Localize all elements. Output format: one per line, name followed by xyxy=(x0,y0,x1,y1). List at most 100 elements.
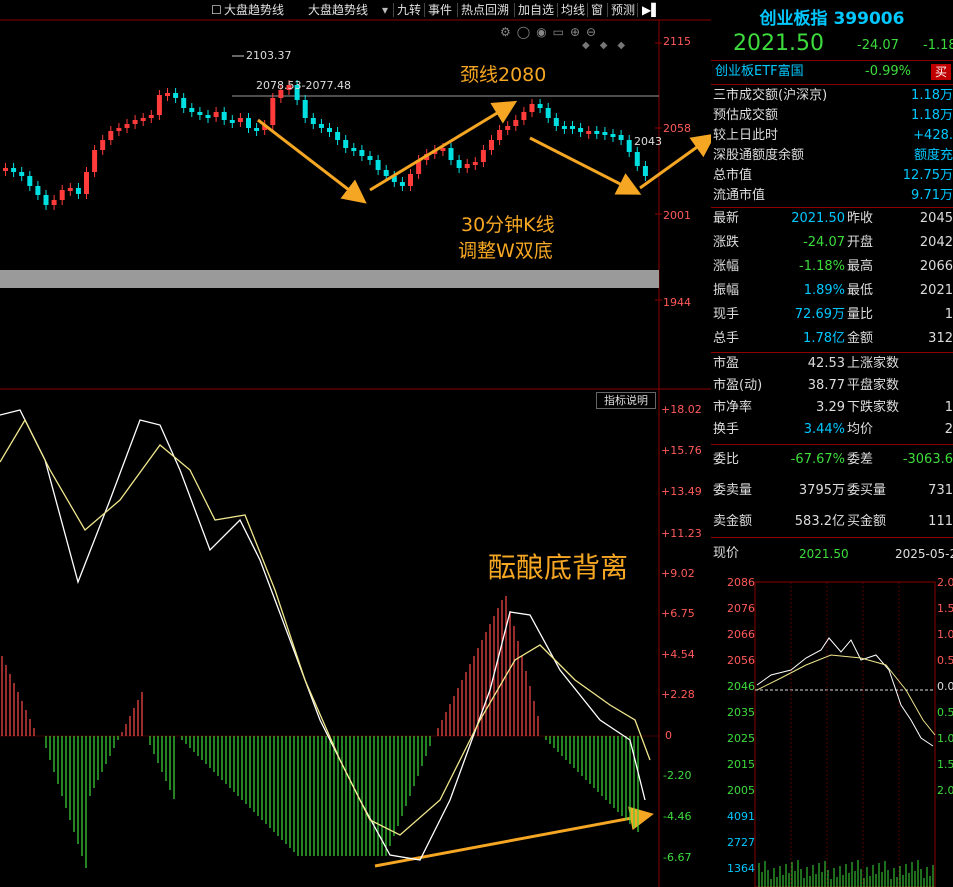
candle-body xyxy=(246,118,251,128)
stat-label: 预估成交额 xyxy=(713,108,779,123)
grid-label: 昨收 xyxy=(847,211,874,226)
indicator-explain-button[interactable]: 指标说明 xyxy=(596,392,656,409)
candle-body xyxy=(529,104,535,112)
candle-body xyxy=(165,93,170,96)
mini-chart-date: 2025-05-2 xyxy=(895,547,953,561)
candle-body xyxy=(205,115,211,118)
indicator-tick: 0 xyxy=(665,729,672,742)
price-change: -24.07 xyxy=(857,38,899,53)
candle-body xyxy=(270,98,276,125)
candle-body xyxy=(51,200,57,205)
indicator-tick: +11.23 xyxy=(661,527,702,540)
candle-body xyxy=(456,160,462,168)
grid-value: 42.53 xyxy=(807,356,845,371)
grid-value: 2045 xyxy=(919,211,953,226)
stat-value: 1.18万 xyxy=(911,88,953,103)
mini-left-tick: 1364 xyxy=(727,862,755,875)
candle-body xyxy=(132,120,138,124)
grid-label: 市盈(动) xyxy=(713,378,763,393)
candle-body xyxy=(156,95,162,115)
candle-body xyxy=(254,128,260,131)
grid-value: 1 xyxy=(944,307,953,322)
mini-left-tick: 2727 xyxy=(727,836,755,849)
candle-body xyxy=(586,131,592,134)
candle-body xyxy=(213,112,219,117)
grid-label: 最高 xyxy=(847,259,874,274)
grid-label: 平盘家数 xyxy=(847,378,900,393)
grid-value: 1.78亿 xyxy=(803,331,845,346)
candle-body xyxy=(75,188,81,194)
grid-label: 总手 xyxy=(713,331,740,346)
candle-body xyxy=(489,140,494,150)
candle-body xyxy=(602,132,608,135)
candle-body xyxy=(610,134,616,137)
last-price-tag: 2043 xyxy=(634,135,662,148)
kdj-lines xyxy=(0,409,651,861)
etf-link[interactable]: 创业板ETF富国 xyxy=(715,62,804,82)
mini-right-tick: 0.5 xyxy=(937,706,953,719)
candle-body xyxy=(626,140,632,152)
price-change-pct: -1.18 xyxy=(923,38,953,53)
grid-value: -67.67% xyxy=(790,452,845,467)
stat-label: 深股通额度余额 xyxy=(713,148,805,163)
candle-body xyxy=(43,195,49,205)
candle-body xyxy=(100,140,106,150)
candle-body xyxy=(343,140,349,148)
grid-label: 下跌家数 xyxy=(847,400,900,415)
candle-body xyxy=(237,118,243,122)
mini-left-tick: 2025 xyxy=(727,732,755,745)
candle-body xyxy=(197,112,203,115)
candle-body xyxy=(408,174,413,186)
grid-label: 涨幅 xyxy=(713,259,740,274)
trend-arrow xyxy=(374,806,654,868)
mini-left-tick: 2056 xyxy=(727,654,755,667)
grid-label: 振幅 xyxy=(713,283,740,298)
indicator-tick: -6.67 xyxy=(663,851,692,864)
high-marker: 2103.37 xyxy=(246,49,292,62)
neckline-annotation: 颈线2080 xyxy=(460,64,547,86)
kline-candles xyxy=(3,80,648,210)
chart-control-dots: ◆◆◆ xyxy=(582,40,636,51)
candle-body xyxy=(448,148,454,160)
chart-controls[interactable]: ⚙◯◉▭⊕⊖ xyxy=(500,25,602,39)
stat-value: 12.75万 xyxy=(902,168,953,183)
candle-body xyxy=(561,126,567,129)
grid-label: 换手 xyxy=(713,422,740,437)
mini-right-tick: 2.0 xyxy=(937,784,953,797)
grid-value: -1.18% xyxy=(799,259,845,274)
candle-body xyxy=(553,118,559,126)
indicator-tick: +9.02 xyxy=(661,567,695,580)
grid-value: 2021 xyxy=(919,283,953,298)
last-price: 2021.50 xyxy=(733,31,824,56)
grid-value: -3063.6 xyxy=(902,452,953,467)
buy-button[interactable]: 买 xyxy=(931,64,952,80)
mini-right-tick: 1.0 xyxy=(937,732,953,745)
stat-label: 总市值 xyxy=(713,168,753,183)
grid-value: 38.77 xyxy=(807,378,845,393)
candle-body xyxy=(108,131,114,140)
range-label: 2078.53-2077.48 xyxy=(256,79,351,92)
mini-left-tick: 2076 xyxy=(727,602,755,615)
candle-body xyxy=(27,176,33,186)
quote-panel: 创业板指 399006 2021.50 -24.07 -1.18 创业板ETF富… xyxy=(711,0,953,887)
grid-label: 市净率 xyxy=(713,400,753,415)
candle-body xyxy=(173,93,179,98)
candle-body xyxy=(634,152,640,166)
candle-body xyxy=(618,135,624,140)
candle-body xyxy=(383,170,389,176)
mini-left-tick: 2005 xyxy=(727,784,755,797)
candle-body xyxy=(472,162,478,165)
candle-body xyxy=(367,156,373,160)
candle-body xyxy=(318,124,324,128)
indicator-tick: +2.28 xyxy=(661,688,695,701)
grid-value: 3.29 xyxy=(816,400,845,415)
price-tick: 1944 xyxy=(663,296,691,309)
candle-body xyxy=(351,148,357,151)
candle-body xyxy=(11,168,17,172)
indicator-tick: -4.46 xyxy=(663,810,692,823)
candle-body xyxy=(19,172,25,176)
stat-label: 流通市值 xyxy=(713,188,766,203)
grid-label: 上涨家数 xyxy=(847,356,900,371)
mini-left-tick: 2046 xyxy=(727,680,755,693)
indicator-tick: +15.76 xyxy=(661,444,702,457)
